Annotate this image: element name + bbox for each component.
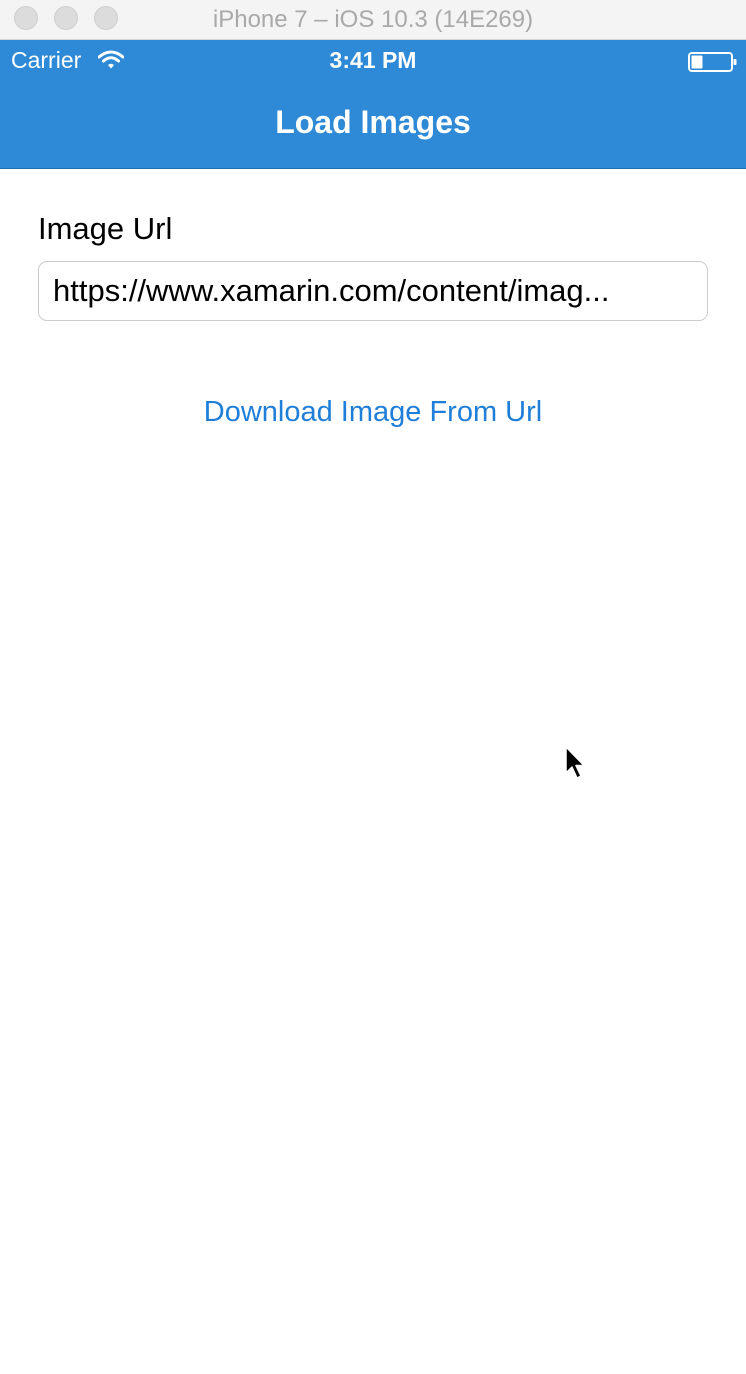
download-image-button[interactable]: Download Image From Url <box>0 396 746 429</box>
page-title: Load Images <box>275 104 471 140</box>
simulator-title-bar: iPhone 7 – iOS 10.3 (14E269) <box>0 0 746 40</box>
image-url-input[interactable] <box>38 261 708 321</box>
image-url-label: Image Url <box>38 211 173 246</box>
status-clock: 3:41 PM <box>329 47 417 73</box>
mouse-cursor-icon <box>565 746 585 779</box>
navigation-bar: Carrier 3:41 PM Load Images <box>0 40 746 169</box>
window-title: iPhone 7 – iOS 10.3 (14E269) <box>212 6 534 33</box>
battery-icon <box>688 52 737 72</box>
